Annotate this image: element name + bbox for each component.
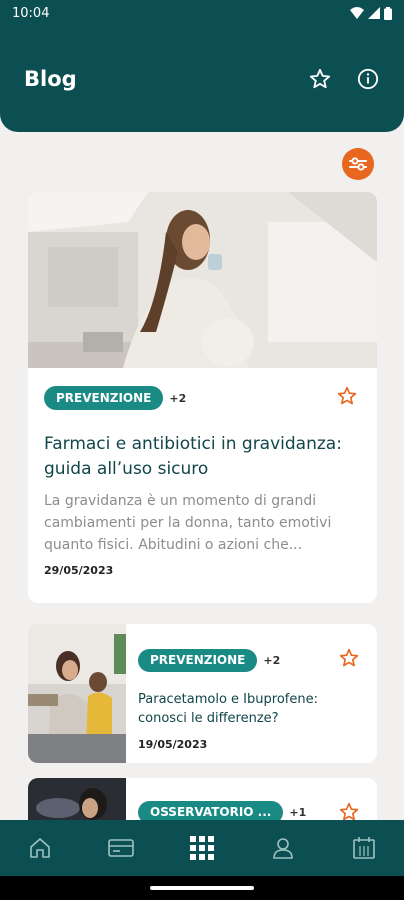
bookmark-button[interactable]	[339, 648, 359, 672]
user-icon	[272, 838, 293, 859]
nav-home[interactable]	[15, 828, 65, 868]
extra-tags-count: +2	[263, 653, 281, 667]
star-icon	[337, 386, 357, 405]
article-title: Farmaci e antibiotici in gravidanza: gui…	[44, 434, 342, 479]
article-body: PREVENZIONE +2 Farmaci e antibiotici in …	[28, 368, 377, 577]
app-header: Blog	[0, 26, 404, 132]
extra-tags-count: +1	[289, 805, 307, 819]
star-icon	[309, 68, 331, 89]
battery-icon	[384, 6, 392, 20]
grid-icon	[189, 836, 214, 860]
article-date: 19/05/2023	[138, 738, 208, 751]
star-icon	[339, 802, 359, 821]
bottom-nav	[0, 820, 404, 876]
nav-grid[interactable]	[177, 828, 227, 868]
extra-tags-count: +2	[169, 391, 187, 405]
article-excerpt: La gravidanza è un momento di grandi cam…	[44, 493, 332, 553]
star-icon	[339, 648, 359, 667]
status-bar: 10:04	[0, 0, 404, 26]
nav-card[interactable]	[96, 828, 146, 868]
filter-button[interactable]	[342, 148, 374, 180]
calendar-icon	[352, 837, 375, 859]
info-icon	[357, 68, 379, 90]
category-tag: PREVENZIONE	[44, 386, 164, 410]
home-icon	[30, 838, 51, 858]
article-title: Paracetamolo e Ibuprofene: conosci le di…	[138, 692, 318, 726]
bookmark-button[interactable]	[337, 386, 357, 410]
article-date: 29/05/2023	[44, 564, 114, 577]
sliders-icon	[349, 157, 367, 171]
article-image	[28, 624, 126, 763]
home-gesture-bar[interactable]	[150, 886, 254, 890]
article-card[interactable]: PREVENZIONE +2 Paracetamolo e Ibuprofene…	[28, 624, 377, 763]
nav-profile[interactable]	[258, 828, 308, 868]
page-title: Blog	[24, 67, 77, 91]
signal-icon	[368, 7, 380, 19]
category-tag: PREVENZIONE	[138, 648, 258, 672]
card-icon	[108, 839, 134, 857]
status-time: 10:04	[12, 5, 50, 21]
article-image	[28, 192, 377, 368]
info-button[interactable]	[356, 67, 380, 91]
favorites-button[interactable]	[308, 67, 332, 91]
article-card[interactable]: PREVENZIONE +2 Farmaci e antibiotici in …	[28, 192, 377, 603]
article-body: PREVENZIONE +2 Paracetamolo e Ibuprofene…	[126, 624, 377, 763]
wifi-icon	[350, 7, 364, 19]
gesture-area	[0, 876, 404, 900]
status-icons	[350, 6, 392, 20]
nav-calendar[interactable]	[339, 828, 389, 868]
